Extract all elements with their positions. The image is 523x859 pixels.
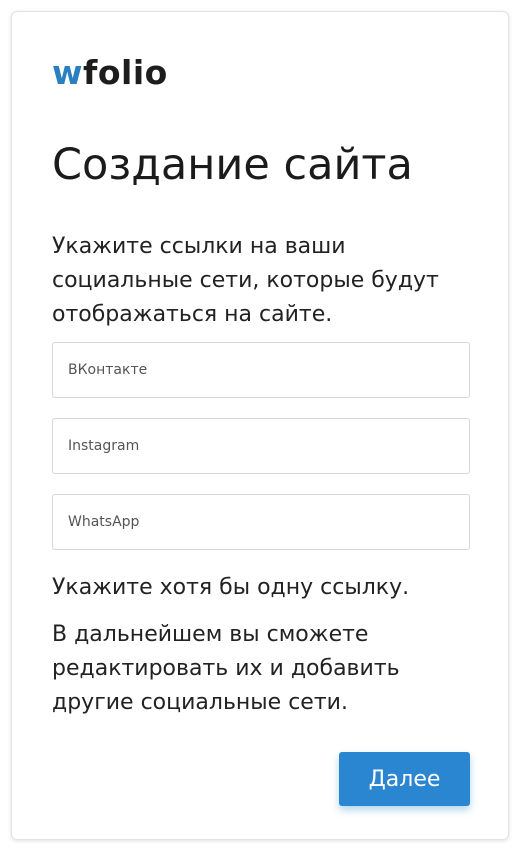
next-button[interactable]: Далее bbox=[339, 752, 470, 806]
logo-text: folio bbox=[83, 53, 168, 92]
edit-later-note: В дальнейшем вы сможете редактировать их… bbox=[52, 622, 400, 715]
whatsapp-link-input[interactable] bbox=[52, 494, 470, 550]
vk-link-input[interactable] bbox=[52, 342, 470, 398]
wfolio-logo: wfolio bbox=[52, 56, 168, 89]
logo-accent: w bbox=[52, 53, 83, 92]
intro-text: Укажите ссылки на ваши социальные сети, … bbox=[52, 234, 439, 327]
instagram-link-input[interactable] bbox=[52, 418, 470, 474]
required-hint: Укажите хотя бы одну ссылку. bbox=[52, 575, 410, 600]
page-title: Создание сайта bbox=[52, 140, 413, 190]
setup-card: wfolio Создание сайта Укажите ссылки на … bbox=[11, 11, 509, 840]
